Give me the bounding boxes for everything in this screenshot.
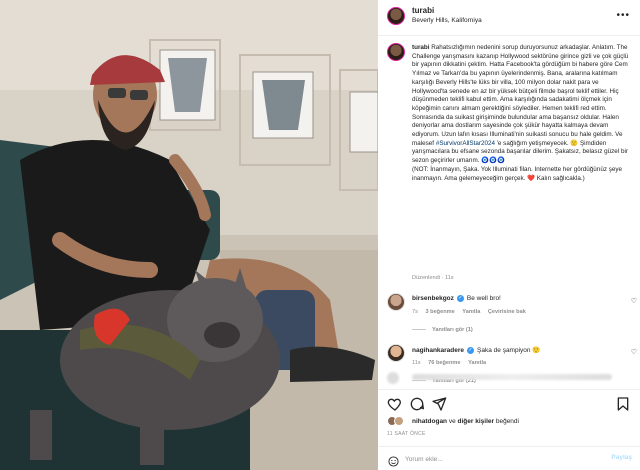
- likes-suffix: beğendi: [495, 418, 519, 425]
- share-icon[interactable]: [431, 396, 447, 412]
- verified-icon: ✓: [456, 295, 464, 302]
- caption-hashtag[interactable]: #SurvivorAllStar2024: [436, 140, 495, 147]
- comment-likes[interactable]: 3 beğenme: [425, 309, 454, 315]
- comment-body: birsenbekgoz ✓ Be well bro!: [412, 295, 501, 302]
- post-photo: [0, 0, 378, 470]
- blurred-avatar: [387, 372, 399, 384]
- reply-button[interactable]: Yanıtla: [462, 309, 480, 315]
- likes-summary: nihatdogan ve diğer kişiler beğendi: [387, 416, 637, 428]
- post-header: turabi Beverly Hills, Kaliforniya •••: [378, 0, 640, 36]
- liker-username[interactable]: nihatdogan: [412, 418, 447, 425]
- comment-body: nagihankaradere ✓ Şaka de şampiyon 🙂: [412, 346, 540, 354]
- comment-text: Şaka de şampiyon 🙂: [477, 347, 541, 354]
- translate-button[interactable]: Çevirisine bak: [488, 309, 526, 315]
- post-detail-panel: turabi Beverly Hills, Kaliforniya ••• tu…: [378, 0, 640, 470]
- likes-connector: ve: [448, 418, 456, 425]
- commenter-username[interactable]: nagihankaradere: [412, 347, 464, 354]
- post-time[interactable]: 11 SAAT ÖNCE: [387, 431, 426, 437]
- blurred-text: [412, 374, 612, 380]
- comment-heart-icon[interactable]: ♡: [631, 348, 637, 356]
- comment-meta: 11s 76 beğenme Yanıtla: [412, 360, 492, 366]
- add-comment-bar: Paylaş: [378, 446, 640, 470]
- comment-time: 11s: [412, 360, 421, 366]
- caption-username[interactable]: turabi: [412, 44, 430, 51]
- comment-input[interactable]: [405, 453, 605, 465]
- commenter-username[interactable]: birsenbekgoz: [412, 295, 454, 302]
- comment-meta: 7s 3 beğenme Yanıtla Çevirisine bak: [412, 309, 532, 315]
- caption-edited-time: Düzenlendi · 11s: [412, 275, 454, 281]
- comments-section[interactable]: turabi Rahatsızlığımın nedenini sorup du…: [378, 37, 640, 384]
- comment-time: 7s: [412, 309, 418, 315]
- caption-avatar[interactable]: [387, 43, 405, 61]
- bookmark-icon[interactable]: [615, 396, 631, 412]
- reply-button[interactable]: Yanıtla: [468, 360, 486, 366]
- likes-text: nihatdogan ve diğer kişiler beğendi: [412, 418, 519, 425]
- caption-body-1: Rahatsızlığımın nedenini sorup duruyorsu…: [412, 44, 629, 147]
- post-location[interactable]: Beverly Hills, Kaliforniya: [412, 17, 482, 24]
- others-link[interactable]: diğer kişiler: [458, 418, 495, 425]
- emoji-icon[interactable]: [388, 454, 399, 467]
- commenter-avatar[interactable]: [387, 293, 405, 311]
- share-comment-button[interactable]: Paylaş: [611, 454, 632, 461]
- action-bar: [378, 389, 640, 412]
- comment-heart-icon[interactable]: ♡: [631, 297, 637, 305]
- caption-body-3: (NOT: İnanmayın, Şaka. Yok Illuminati fi…: [412, 165, 623, 182]
- comment-text: Be well bro!: [466, 295, 501, 303]
- comment-likes[interactable]: 76 beğenme: [428, 360, 460, 366]
- commenter-avatar[interactable]: [387, 344, 405, 362]
- author-username[interactable]: turabi: [412, 6, 434, 15]
- author-avatar[interactable]: [387, 7, 405, 25]
- comment-icon[interactable]: [409, 396, 425, 412]
- blurred-comment: [387, 372, 637, 384]
- view-replies-button[interactable]: Yanıtları gör (1): [412, 327, 473, 333]
- more-icon[interactable]: •••: [616, 10, 630, 21]
- verified-icon: ✓: [467, 346, 475, 354]
- caption-text: turabi Rahatsızlığımın nedenini sorup du…: [412, 44, 630, 183]
- liker-avatar[interactable]: [394, 416, 404, 426]
- heart-icon[interactable]: [387, 396, 403, 412]
- post-image: [0, 0, 378, 470]
